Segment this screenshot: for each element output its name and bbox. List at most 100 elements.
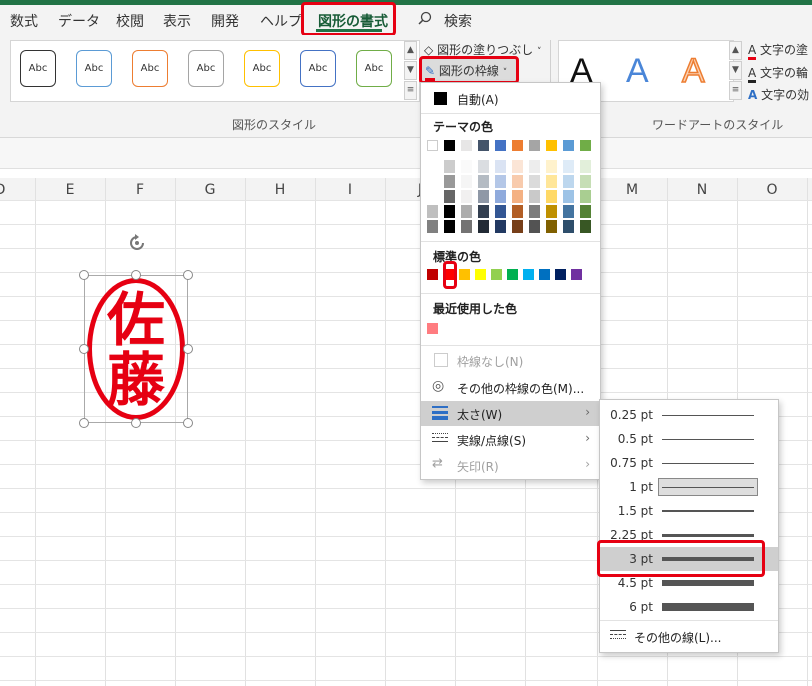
theme-color-swatch[interactable]: [427, 140, 438, 151]
theme-shade-swatch[interactable]: [563, 220, 574, 233]
text-outline-button[interactable]: A 文字の輪: [748, 64, 808, 83]
theme-shade-swatch[interactable]: [563, 205, 574, 218]
theme-shade-swatch[interactable]: [495, 160, 506, 173]
theme-shade-swatch[interactable]: [427, 175, 438, 188]
theme-shade-swatch[interactable]: [461, 220, 472, 233]
wordart-scroll-down[interactable]: ▼: [729, 61, 742, 80]
theme-shade-swatch[interactable]: [478, 160, 489, 173]
standard-color-swatch[interactable]: [539, 269, 550, 280]
theme-shade-swatch[interactable]: [529, 160, 540, 173]
theme-shade-swatch[interactable]: [512, 160, 523, 173]
theme-shade-swatch[interactable]: [529, 220, 540, 233]
shape-style-4[interactable]: Abc: [188, 50, 224, 87]
shape-style-3[interactable]: Abc: [132, 50, 168, 87]
theme-shade-swatch[interactable]: [580, 160, 591, 173]
theme-shade-swatch[interactable]: [563, 190, 574, 203]
theme-shade-swatch[interactable]: [580, 175, 591, 188]
theme-shade-swatch[interactable]: [580, 205, 591, 218]
theme-shade-swatch[interactable]: [495, 190, 506, 203]
theme-shade-swatch[interactable]: [444, 160, 455, 173]
tab-help[interactable]: ヘルプ: [260, 11, 302, 31]
theme-shade-swatch[interactable]: [495, 175, 506, 188]
weight-option[interactable]: 6 pt: [600, 595, 778, 619]
weight-option[interactable]: 1.5 pt: [600, 499, 778, 523]
column-header-g[interactable]: G: [175, 182, 245, 198]
theme-shade-swatch[interactable]: [512, 220, 523, 233]
resize-handle-right[interactable]: [183, 344, 193, 354]
theme-shade-swatch[interactable]: [512, 205, 523, 218]
theme-shade-swatch[interactable]: [529, 205, 540, 218]
menu-item-no-outline[interactable]: 枠線なし(N): [421, 348, 600, 372]
text-effects-button[interactable]: A 文字の効: [748, 86, 809, 103]
shape-style-6[interactable]: Abc: [300, 50, 336, 87]
search-icon[interactable]: [418, 11, 432, 25]
wordart-style-3[interactable]: A: [681, 51, 705, 91]
theme-shade-swatch[interactable]: [461, 175, 472, 188]
tab-review[interactable]: 校閲: [116, 11, 144, 31]
resize-handle-top[interactable]: [131, 270, 141, 280]
theme-color-swatch[interactable]: [512, 140, 523, 151]
theme-shade-swatch[interactable]: [495, 220, 506, 233]
weight-option[interactable]: 0.5 pt: [600, 427, 778, 451]
resize-handle-top-left[interactable]: [79, 270, 89, 280]
theme-shade-swatch[interactable]: [461, 190, 472, 203]
theme-shade-swatch[interactable]: [444, 220, 455, 233]
theme-shade-swatch[interactable]: [546, 160, 557, 173]
column-header-i[interactable]: I: [315, 182, 385, 198]
resize-handle-left[interactable]: [79, 344, 89, 354]
theme-shade-swatch[interactable]: [546, 205, 557, 218]
menu-item-more-lines[interactable]: その他の線(L)...: [600, 624, 778, 648]
theme-shade-swatch[interactable]: [478, 190, 489, 203]
tab-search[interactable]: 検索: [444, 11, 472, 31]
theme-shade-swatch[interactable]: [427, 205, 438, 218]
theme-color-swatch[interactable]: [478, 140, 489, 151]
menu-item-weight[interactable]: 太さ(W) ›: [421, 401, 600, 426]
theme-shade-swatch[interactable]: [427, 190, 438, 203]
theme-shade-swatch[interactable]: [427, 160, 438, 173]
resize-handle-bottom-right[interactable]: [183, 418, 193, 428]
resize-handle-bottom-left[interactable]: [79, 418, 89, 428]
formula-bar[interactable]: [0, 138, 812, 169]
theme-shade-swatch[interactable]: [563, 160, 574, 173]
shape-style-5[interactable]: Abc: [244, 50, 280, 87]
menu-item-arrows[interactable]: ⇄ 矢印(R) ›: [421, 453, 600, 477]
theme-shade-swatch[interactable]: [427, 220, 438, 233]
theme-color-swatch[interactable]: [444, 140, 455, 151]
standard-color-swatch[interactable]: [427, 269, 438, 280]
wordart-more[interactable]: ≡: [729, 81, 742, 100]
theme-shade-swatch[interactable]: [444, 205, 455, 218]
theme-shade-swatch[interactable]: [444, 175, 455, 188]
tab-data[interactable]: データ: [58, 11, 100, 31]
shape-style-2[interactable]: Abc: [76, 50, 112, 87]
wordart-scroll-up[interactable]: ▲: [729, 41, 742, 60]
standard-color-swatch[interactable]: [507, 269, 518, 280]
tab-formulas[interactable]: 数式: [10, 11, 38, 31]
weight-option[interactable]: 0.75 pt: [600, 451, 778, 475]
theme-shade-swatch[interactable]: [478, 220, 489, 233]
column-header-m[interactable]: M: [597, 182, 667, 198]
tab-view[interactable]: 表示: [163, 11, 191, 31]
shape-style-7[interactable]: Abc: [356, 50, 392, 87]
column-header-f[interactable]: F: [105, 182, 175, 198]
column-header-o[interactable]: O: [737, 182, 807, 198]
weight-option[interactable]: 0.25 pt: [600, 403, 778, 427]
shape-style-1[interactable]: Abc: [20, 50, 56, 87]
column-header-h[interactable]: H: [245, 182, 315, 198]
gallery-more[interactable]: ≡: [404, 81, 417, 100]
gallery-scroll-up[interactable]: ▲: [404, 41, 417, 60]
theme-shade-swatch[interactable]: [546, 175, 557, 188]
standard-color-swatch[interactable]: [491, 269, 502, 280]
shape-outline-content[interactable]: ✎ 図形の枠線 ˅: [425, 62, 507, 81]
theme-shade-swatch[interactable]: [444, 190, 455, 203]
column-header-e[interactable]: E: [35, 182, 105, 198]
column-header-n[interactable]: N: [667, 182, 737, 198]
standard-color-swatch[interactable]: [475, 269, 486, 280]
menu-item-more-colors[interactable]: ◎ その他の枠線の色(M)...: [421, 375, 600, 399]
theme-color-swatch[interactable]: [580, 140, 591, 151]
rotate-handle-icon[interactable]: [126, 232, 148, 254]
wordart-style-2[interactable]: A: [626, 52, 649, 91]
standard-color-swatch[interactable]: [555, 269, 566, 280]
theme-shade-swatch[interactable]: [546, 220, 557, 233]
menu-item-dashes[interactable]: 実線/点線(S) ›: [421, 427, 600, 451]
menu-item-automatic[interactable]: 自動(A): [421, 86, 600, 110]
